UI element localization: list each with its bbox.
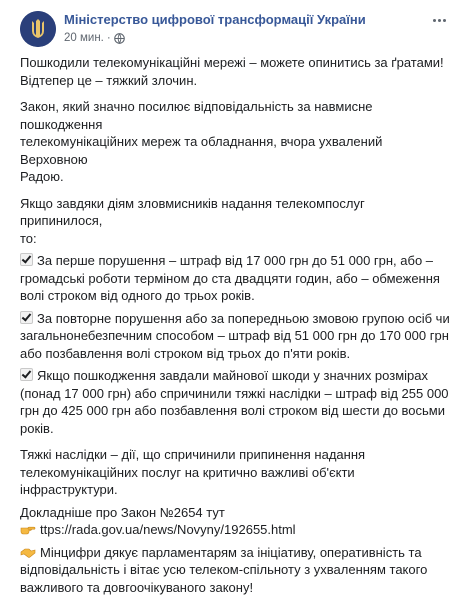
- post-body: Пошкодили телекомунікаційні мережі – мож…: [20, 54, 450, 605]
- paragraph-intro: Пошкодили телекомунікаційні мережі – мож…: [20, 54, 450, 89]
- bullet-significant-damage: Якщо пошкодження завдали майнової шкоди …: [20, 367, 450, 437]
- text-line: Відтепер це – тяжкий злочин.: [20, 72, 198, 88]
- check-mark-icon: [20, 368, 33, 381]
- text-line: відповідальність і вітає усю телеком-спі…: [20, 562, 428, 577]
- paragraph-thanks: Мінцифри дякує парламентарям за ініціати…: [20, 544, 450, 597]
- text-line: Якщо пошкодження завдали майнової шкоди …: [37, 368, 428, 383]
- text-line: то:: [20, 230, 37, 246]
- page-avatar[interactable]: [20, 11, 56, 47]
- facebook-post: Міністерство цифрової трансформації Укра…: [0, 0, 465, 595]
- bullet-repeat-offense: За повторне порушення або за попередньою…: [20, 310, 450, 363]
- meta-separator: ·: [106, 32, 111, 44]
- paragraph-conditions: Якщо завдяки діям зловмисників надання т…: [20, 195, 450, 248]
- check-mark-icon: [20, 253, 33, 266]
- text-line: Якщо завдяки діям зловмисників надання т…: [20, 195, 365, 229]
- text-line: загальнонебезпечним способом – штраф від…: [20, 328, 449, 343]
- paragraph-law: Закон, який значно посилює відповідальні…: [20, 98, 450, 186]
- text-line: або позбавлення волі строком від трьох д…: [20, 345, 351, 361]
- check-mark-icon: [20, 310, 33, 324]
- text-line: За перше порушення – штраф від 17 000 гр…: [37, 253, 434, 268]
- more-options-icon[interactable]: [429, 13, 449, 27]
- page-name-link[interactable]: Міністерство цифрової трансформації Укра…: [64, 12, 366, 27]
- text-line: Тяжкі наслідки – дії, що спричинили прип…: [20, 447, 366, 462]
- bullet-first-offense: За перше порушення – штраф від 17 000 гр…: [20, 252, 450, 305]
- trident-emblem-icon: [20, 11, 56, 47]
- text-line: Радою.: [20, 169, 64, 184]
- text-line: (понад 17 000 грн) або спричинили тяжкі …: [20, 385, 449, 401]
- text-line: Пошкодили телекомунікаційні мережі – мож…: [20, 55, 444, 70]
- text-line: телекомунікаційних послуг на критично ва…: [20, 464, 355, 498]
- text-line: грн до 425 000 грн або позбавлення волі …: [20, 403, 446, 418]
- text-line: років.: [20, 420, 54, 436]
- globe-icon[interactable]: [113, 32, 125, 44]
- text-line: Закон, який значно посилює відповідальні…: [20, 99, 373, 132]
- paragraph-definition: Тяжкі наслідки – дії, що спричинили прип…: [20, 446, 450, 499]
- law-link[interactable]: ttps://rada.gov.ua/news/Novyny/192655.ht…: [40, 522, 296, 537]
- text-line: Докладніше про Закон №2654 тут: [20, 504, 225, 520]
- paragraph-more-info: Докладніше про Закон №2654 тут ttps://ra…: [20, 504, 450, 539]
- text-line: Мінцифри дякує парламентарям за ініціати…: [40, 544, 422, 560]
- post-meta: 20 мин. ·: [64, 32, 125, 44]
- handshake-icon: [20, 545, 36, 558]
- text-line: За повторне порушення або за попередньою…: [37, 310, 450, 326]
- post-header: Міністерство цифрової трансформації Укра…: [20, 10, 457, 50]
- post-timestamp[interactable]: 20 мин.: [64, 32, 104, 44]
- text-line: важливого та довгоочікуваного закону!: [20, 579, 254, 595]
- pointing-hand-icon: [20, 522, 36, 535]
- text-line: телекомунікаційних мереж та обладнання, …: [20, 134, 383, 167]
- text-line: громадські роботи терміном до ста двадця…: [20, 270, 440, 286]
- text-line: волі строком від одного до трьох років.: [20, 288, 255, 303]
